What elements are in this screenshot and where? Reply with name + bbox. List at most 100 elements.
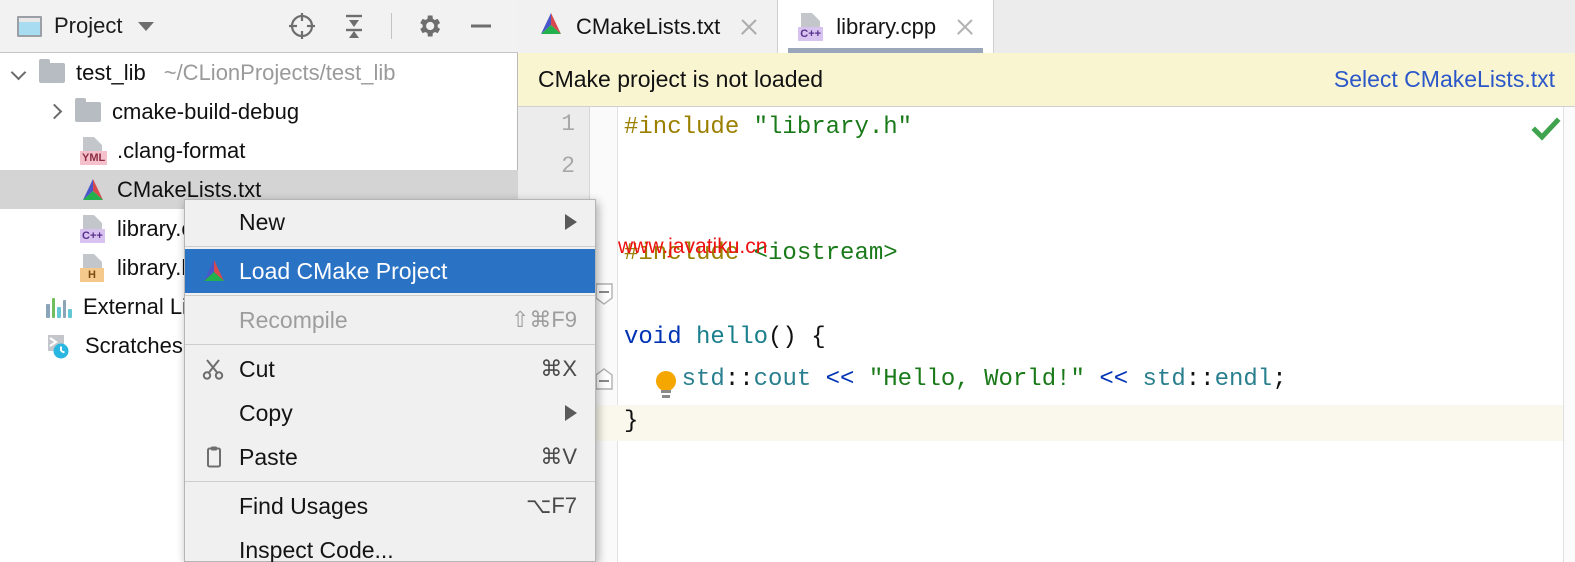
- tree-item-label: library.h: [117, 254, 194, 280]
- tree-row[interactable]: cmake-build-debug: [0, 92, 518, 131]
- code-token: ::: [1185, 366, 1215, 393]
- select-cmakelists-link[interactable]: Select CMakeLists.txt: [1334, 66, 1555, 93]
- menu-item-label: Cut: [239, 355, 275, 382]
- code-token: ::: [724, 366, 754, 393]
- menu-item-label: Recompile: [239, 306, 348, 333]
- code-text[interactable]: #include "library.h" #include <iostream>…: [618, 107, 1575, 562]
- clion-ide-window: Project test_lib ~/CLionProjects/test_li…: [0, 0, 1575, 562]
- menu-item-shortcut: ⇧⌘F9: [510, 307, 577, 332]
- cmake-notification-banner: CMake project is not loaded Select CMake…: [518, 53, 1575, 107]
- toolbar-divider: [391, 13, 392, 39]
- menu-item-label: Paste: [239, 443, 298, 470]
- submenu-arrow-icon: [565, 405, 577, 421]
- project-toolbar: Project: [0, 0, 518, 53]
- tree-item-label: .clang-format: [117, 137, 246, 163]
- menu-item-recompile: Recompile ⇧⌘F9: [185, 298, 595, 342]
- gear-icon[interactable]: [414, 11, 444, 41]
- code-token: std: [681, 366, 725, 393]
- code-editor[interactable]: 1 2 #include "library.h" #include <iostr…: [518, 107, 1575, 562]
- menu-item-copy[interactable]: Copy: [185, 391, 595, 435]
- h-file-icon: H: [80, 253, 106, 282]
- menu-item-find-usages[interactable]: Find Usages ⌥F7: [185, 484, 595, 528]
- menu-separator: [185, 246, 595, 247]
- tab-label: CMakeLists.txt: [576, 13, 721, 39]
- watermark-text: www.javatiku.cn: [618, 235, 768, 258]
- cpp-file-icon: C++: [798, 12, 824, 41]
- scissors-icon: [197, 354, 231, 384]
- editor-markup-scrollbar[interactable]: [1563, 107, 1575, 562]
- code-line: }: [624, 401, 1575, 443]
- menu-separator: [185, 344, 595, 345]
- cmake-file-icon: [80, 178, 106, 202]
- fold-collapse-icon[interactable]: [594, 283, 614, 305]
- tree-item-label: test_lib: [76, 59, 146, 85]
- hide-icon[interactable]: [466, 11, 496, 41]
- chevron-down-icon[interactable]: [12, 65, 27, 80]
- menu-item-label: New: [239, 208, 286, 235]
- project-title: Project: [54, 13, 123, 38]
- close-icon[interactable]: [954, 16, 976, 38]
- code-token: <<: [1099, 366, 1129, 393]
- tree-item-label: cmake-build-debug: [112, 98, 300, 124]
- scratches-icon: [46, 333, 74, 359]
- menu-item-new[interactable]: New: [185, 200, 595, 244]
- cmake-file-icon: [197, 256, 231, 286]
- cpp-file-icon: C++: [80, 214, 106, 243]
- tree-row[interactable]: test_lib ~/CLionProjects/test_lib: [0, 53, 518, 92]
- chevron-down-icon[interactable]: [138, 21, 155, 31]
- external-libraries-icon: [46, 296, 72, 318]
- code-token: ;: [1272, 366, 1287, 393]
- locate-icon[interactable]: [287, 11, 317, 41]
- empty-icon: [197, 398, 231, 428]
- menu-item-label: Inspect Code...: [239, 536, 394, 562]
- yml-file-icon: YML: [80, 136, 108, 165]
- notification-message: CMake project is not loaded: [538, 66, 824, 92]
- menu-item-label: Load CMake Project: [239, 257, 448, 284]
- code-token: <iostream>: [753, 240, 898, 267]
- chevron-right-icon[interactable]: [48, 104, 63, 119]
- code-token: () {: [768, 324, 826, 351]
- code-token: cout: [753, 366, 812, 393]
- tab-library-cpp[interactable]: C++ library.cpp: [778, 0, 995, 53]
- cmake-file-icon: [538, 12, 564, 42]
- folder-icon: [39, 58, 65, 83]
- menu-item-cut[interactable]: Cut ⌘X: [185, 347, 595, 391]
- tree-item-path: ~/CLionProjects/test_lib: [163, 59, 396, 85]
- code-token: "library.h": [753, 114, 913, 141]
- fold-expand-icon[interactable]: [594, 368, 614, 390]
- code-line: #include "library.h": [624, 107, 1575, 149]
- menu-separator: [185, 481, 595, 482]
- project-context-menu[interactable]: New Load CMake Project Recompile ⇧⌘F9 Cu…: [184, 199, 596, 562]
- project-window-icon: [17, 15, 42, 37]
- empty-icon: [197, 535, 231, 562]
- menu-item-load-cmake-project[interactable]: Load CMake Project: [185, 249, 595, 293]
- check-ok-icon[interactable]: [1531, 115, 1561, 145]
- menu-item-label: Copy: [239, 399, 293, 426]
- tab-cmakelists-txt[interactable]: CMakeLists.txt: [518, 0, 779, 53]
- collapse-all-icon[interactable]: [339, 11, 369, 41]
- line-number: 2: [561, 153, 575, 179]
- project-title-group[interactable]: Project: [0, 13, 155, 39]
- code-token: void: [624, 324, 682, 351]
- tree-row[interactable]: YML .clang-format: [0, 131, 518, 170]
- code-token: <<: [825, 366, 855, 393]
- empty-icon: [197, 207, 231, 237]
- code-token: std: [1142, 366, 1186, 393]
- close-icon[interactable]: [738, 16, 760, 38]
- menu-item-paste[interactable]: Paste ⌘V: [185, 435, 595, 479]
- menu-item-inspect-code[interactable]: Inspect Code...: [185, 528, 595, 562]
- empty-icon: [197, 491, 231, 521]
- intention-bulb-icon[interactable]: [654, 369, 676, 399]
- code-line: std::cout << "Hello, World!" << std::end…: [624, 359, 1575, 401]
- line-number: 1: [561, 111, 575, 137]
- submenu-arrow-icon: [565, 214, 577, 230]
- code-token: endl: [1214, 366, 1273, 393]
